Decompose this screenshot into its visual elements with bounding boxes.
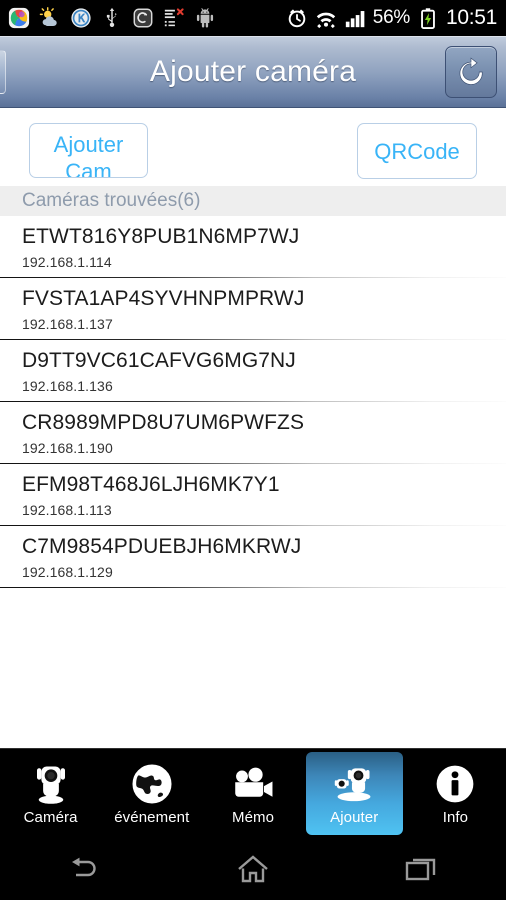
camera-uid: ETWT816Y8PUB1N6MP7WJ <box>22 225 300 248</box>
tab-camra[interactable]: Caméra <box>2 752 99 835</box>
action-button-row: Ajouter Cam QRCode <box>0 108 506 186</box>
battery-charging-icon <box>421 8 435 29</box>
add-camera-icon <box>331 761 377 806</box>
tab-label: Mémo <box>231 809 275 826</box>
battery-percent-label: 56% <box>372 7 410 28</box>
camera-list: ETWT816Y8PUB1N6MP7WJ 192.168.1.114 FVSTA1A… <box>0 216 506 588</box>
wifi-icon <box>316 12 335 29</box>
camera-list-item[interactable]: ETWT816Y8PUB1N6MP7WJ 192.168.1.114 <box>0 216 506 278</box>
kakao-k-icon <box>71 8 91 28</box>
qrcode-button[interactable]: QRCode <box>357 123 477 179</box>
camera-list-item[interactable]: D9TT9VC61CAFVG6MG7NJ 192.168.1.136 <box>0 340 506 402</box>
camcorder-icon <box>231 761 275 806</box>
info-icon <box>434 761 476 806</box>
usb-icon <box>106 7 117 27</box>
row-separator <box>0 586 506 588</box>
nav-back-icon <box>72 857 97 877</box>
tab-label: Info <box>442 809 469 826</box>
camera-ip: 192.168.1.114 <box>22 254 112 270</box>
nav-recents-button[interactable] <box>379 845 465 893</box>
app-badge-icon <box>133 8 153 28</box>
status-bar-system-icons: 56% 10:51 <box>286 6 506 30</box>
camera-ip: 192.168.1.136 <box>22 378 113 394</box>
clock-label: 10:51 <box>445 6 497 29</box>
refresh-button[interactable] <box>445 46 497 98</box>
nav-back-button[interactable] <box>41 845 127 893</box>
camera-ip: 192.168.1.113 <box>22 502 112 518</box>
globe-icon <box>131 761 173 806</box>
camera-icon <box>30 761 72 806</box>
camera-list-item[interactable]: FVSTA1AP4SYVHNPMPRWJ 192.168.1.137 <box>0 278 506 340</box>
add-camera-button[interactable]: Ajouter Cam <box>29 123 148 178</box>
camera-ip: 192.168.1.129 <box>22 564 113 580</box>
tab-label: Ajouter <box>330 809 379 826</box>
android-robot-icon <box>196 8 214 28</box>
back-button[interactable] <box>0 50 6 94</box>
camera-uid: EFM98T468J6LJH6MK7Y1 <box>22 473 280 496</box>
camera-ip: 192.168.1.190 <box>22 440 113 456</box>
app-screen: 56% 10:51 Ajouter caméra Ajouter Cam QRC… <box>0 0 506 900</box>
refresh-icon <box>459 57 483 85</box>
camera-uid: CR8989MPD8U7UM6PWFZS <box>22 411 305 434</box>
tab-ajouter[interactable]: Ajouter <box>305 752 403 835</box>
tab-info[interactable]: Info <box>407 752 504 835</box>
photos-app-icon <box>8 7 30 29</box>
tab-vnement[interactable]: événement <box>103 752 200 835</box>
nav-home-button[interactable] <box>210 845 296 893</box>
status-bar-notification-icons <box>0 7 286 29</box>
alarm-clock-icon <box>288 9 306 28</box>
camera-ip: 192.168.1.137 <box>22 316 113 332</box>
camera-list-item[interactable]: EFM98T468J6LJH6MK7Y1 192.168.1.113 <box>0 464 506 526</box>
camera-uid: D9TT9VC61CAFVG6MG7NJ <box>22 349 296 372</box>
android-nav-bar <box>0 838 506 900</box>
found-cameras-header: Caméras trouvées(6) <box>0 186 506 216</box>
page-title: Ajouter caméra <box>149 54 357 88</box>
app-title-bar: Ajouter caméra <box>0 36 506 108</box>
camera-list-item[interactable]: C7M9854PDUEBJH6MKRWJ 192.168.1.129 <box>0 526 506 588</box>
tab-mmo[interactable]: Mémo <box>204 752 301 835</box>
weather-icon <box>39 7 57 26</box>
nav-home-icon <box>238 855 268 883</box>
android-status-bar: 56% 10:51 <box>0 0 506 36</box>
camera-list-item[interactable]: CR8989MPD8U7UM6PWFZS 192.168.1.190 <box>0 402 506 464</box>
task-list-error-icon <box>164 8 184 27</box>
bottom-tab-bar: Caméra événement Mémo Ajouter Info <box>0 748 506 838</box>
tab-label: événement <box>114 809 190 826</box>
camera-uid: FVSTA1AP4SYVHNPMPRWJ <box>22 287 305 310</box>
tab-label: Caméra <box>23 809 78 826</box>
signal-bars-icon <box>345 11 365 28</box>
nav-recents-icon <box>405 858 435 881</box>
camera-uid: C7M9854PDUEBJH6MKRWJ <box>22 535 302 558</box>
